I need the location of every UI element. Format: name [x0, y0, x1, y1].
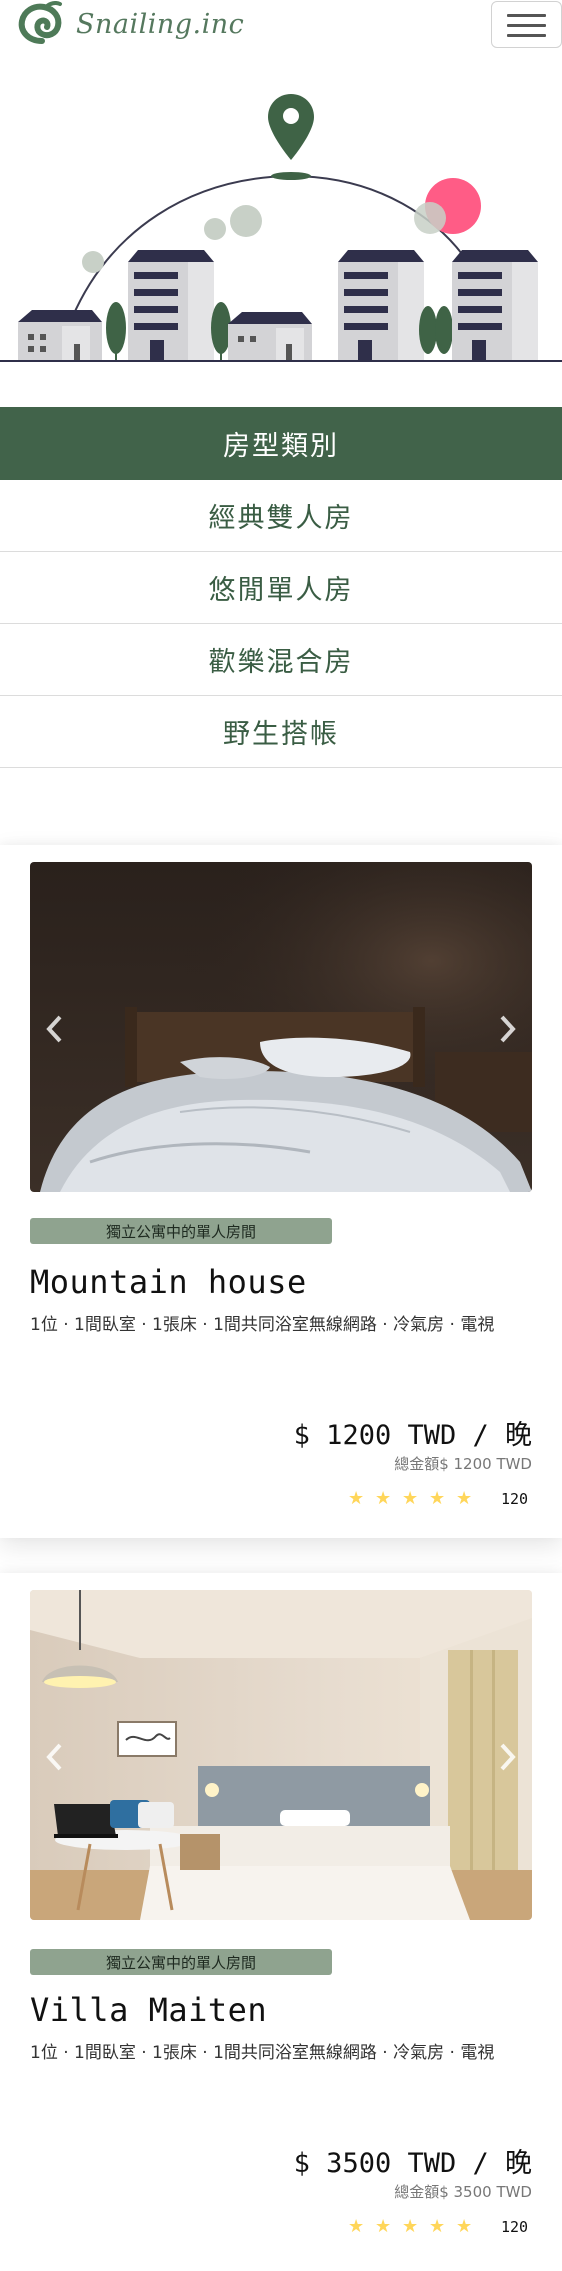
star-icon: ★ [375, 1488, 392, 1509]
carousel-next-arrow-icon[interactable] [494, 1740, 520, 1774]
room-rating: ★ ★ ★ ★ ★ 120 [348, 1487, 528, 1511]
category-item-single-room[interactable]: 悠閒單人房 [0, 552, 562, 624]
room-price: $ 1200 TWD / 晚 [293, 1420, 532, 1451]
star-icon: ★ [375, 2216, 392, 2237]
star-icon: ★ [456, 1488, 473, 1509]
category-item-double-room[interactable]: 經典雙人房 [0, 480, 562, 552]
star-icon: ★ [429, 1488, 446, 1509]
star-icon: ★ [402, 2216, 419, 2237]
bright-bedroom-photo [30, 1590, 532, 1920]
site-header: Snailing.inc [0, 0, 562, 50]
category-item-camping[interactable]: 野生搭帳 [0, 696, 562, 768]
hamburger-icon-bar [507, 24, 546, 27]
review-count: 120 [501, 2218, 529, 2236]
room-total-price: 總金額$ 3500 TWD [394, 2183, 532, 2201]
room-photo-carousel[interactable] [30, 1590, 532, 1920]
room-card: 獨立公寓中的單人房間 Villa Maiten 1位 · 1間臥室 · 1張床 … [0, 1573, 562, 2271]
star-icon: ★ [348, 1488, 365, 1509]
review-count: 120 [501, 1490, 529, 1508]
carousel-prev-arrow-icon[interactable] [42, 1740, 68, 1774]
carousel-prev-arrow-icon[interactable] [42, 1012, 68, 1046]
room-category-header: 房型類別 [0, 407, 562, 480]
menu-toggle-button[interactable] [491, 1, 562, 48]
city-map-pin-illustration [0, 94, 562, 362]
logo-text: Snailing.inc [76, 8, 245, 40]
star-icon: ★ [429, 2216, 446, 2237]
room-rating: ★ ★ ★ ★ ★ 120 [348, 2215, 528, 2239]
star-icon: ★ [402, 1488, 419, 1509]
hamburger-icon [507, 14, 546, 17]
carousel-next-arrow-icon[interactable] [494, 1012, 520, 1046]
snail-logo-icon [18, 1, 62, 44]
room-amenities: 1位 · 1間臥室 · 1張床 · 1間共同浴室無線網路 · 冷氣房 · 電視 [30, 1315, 495, 1335]
room-total-price: 總金額$ 1200 TWD [394, 1455, 532, 1473]
room-photo-carousel[interactable] [30, 862, 532, 1192]
room-amenities: 1位 · 1間臥室 · 1張床 · 1間共同浴室無線網路 · 冷氣房 · 電視 [30, 2043, 495, 2063]
star-icon: ★ [348, 2216, 365, 2237]
category-item-mixed-room[interactable]: 歡樂混合房 [0, 624, 562, 696]
room-title[interactable]: Mountain house [30, 1263, 307, 1301]
room-card: 獨立公寓中的單人房間 Mountain house 1位 · 1間臥室 · 1張… [0, 845, 562, 1538]
room-title[interactable]: Villa Maiten [30, 1991, 267, 2029]
hamburger-icon-bar [507, 34, 546, 37]
room-type-badge: 獨立公寓中的單人房間 [30, 1949, 332, 1975]
room-price: $ 3500 TWD / 晚 [293, 2148, 532, 2179]
logo[interactable]: Snailing.inc [16, 0, 244, 48]
dark-bedroom-photo [30, 862, 532, 1192]
hero-illustration [0, 50, 562, 362]
room-type-badge: 獨立公寓中的單人房間 [30, 1218, 332, 1244]
star-icon: ★ [456, 2216, 473, 2237]
